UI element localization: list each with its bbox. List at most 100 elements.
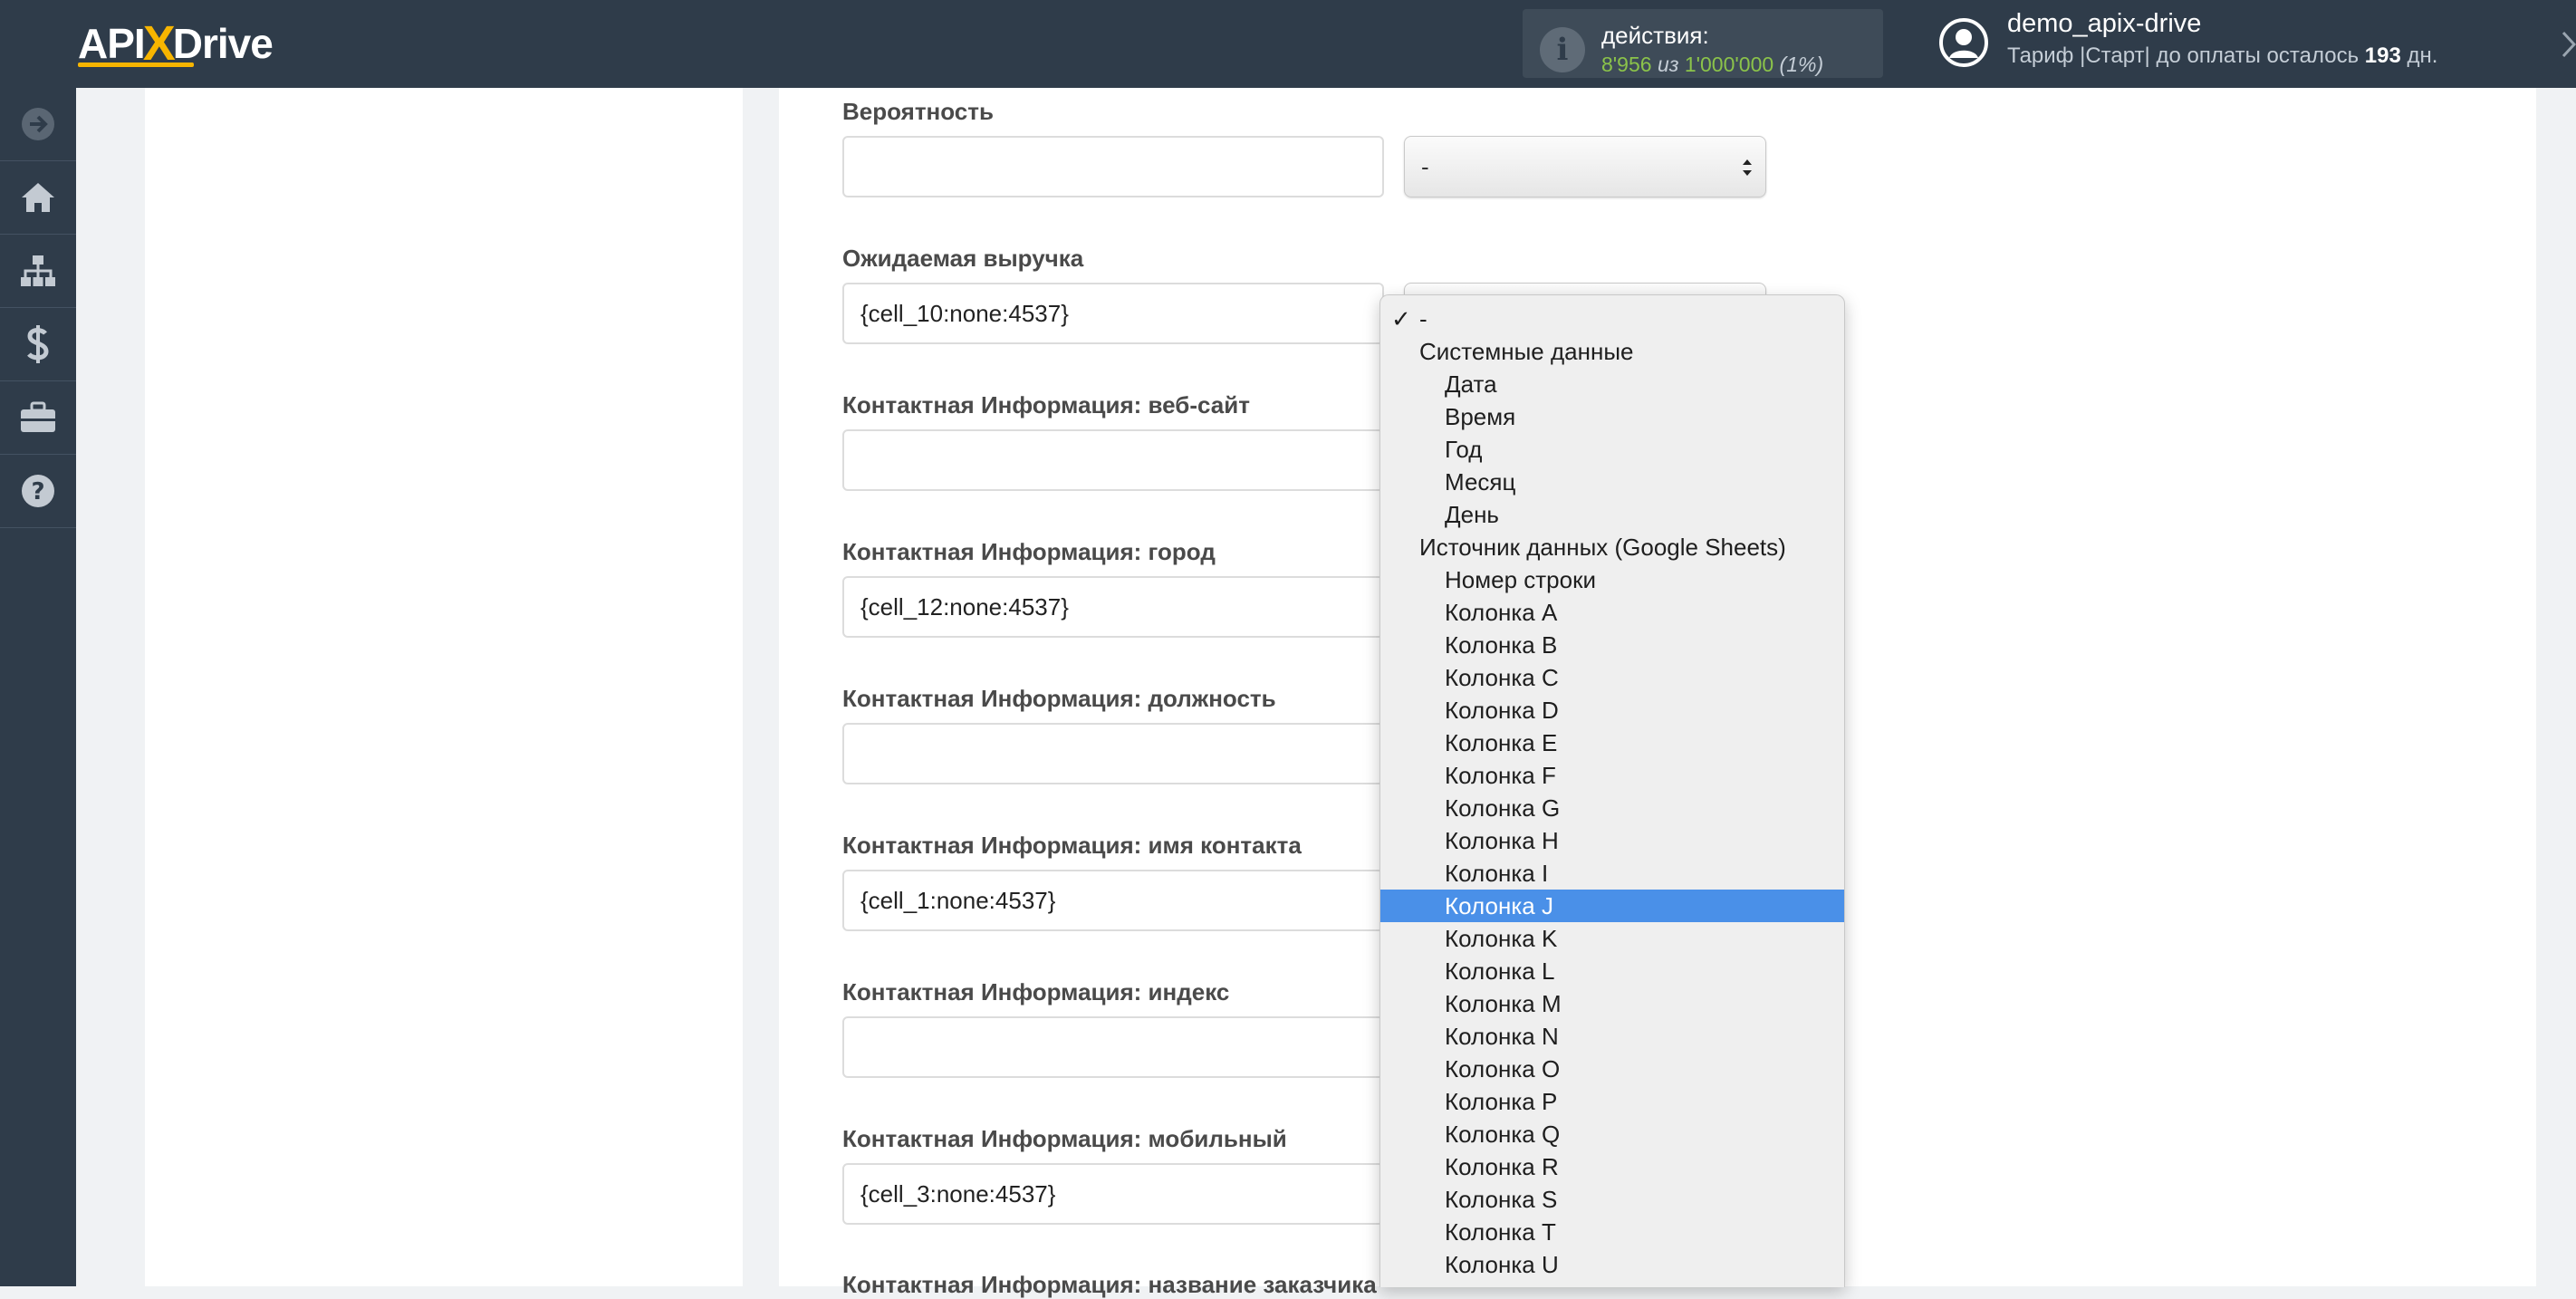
dropdown-option[interactable]: Колонка O — [1380, 1053, 1844, 1085]
sidebar-item-home[interactable] — [0, 161, 76, 235]
actions-label: действия: — [1601, 22, 1709, 49]
plan-days-unit: дн. — [2407, 43, 2438, 68]
position-input[interactable] — [842, 723, 1384, 784]
dropdown-option[interactable]: Колонка S — [1380, 1183, 1844, 1216]
probability-select[interactable]: - — [1404, 136, 1766, 197]
dropdown-option-label: Колонка I — [1445, 860, 1549, 887]
dollar-icon — [27, 325, 49, 363]
dropdown-option[interactable]: Колонка I — [1380, 857, 1844, 890]
dropdown-option[interactable]: Колонка G — [1380, 792, 1844, 824]
field-label-position: Контактная Информация: должность — [842, 685, 1276, 712]
dropdown-option-label: Колонка E — [1445, 729, 1558, 756]
dropdown-option[interactable]: Колонка H — [1380, 824, 1844, 857]
chevron-right-icon[interactable] — [2562, 31, 2576, 58]
dropdown-option[interactable]: Колонка U — [1380, 1248, 1844, 1281]
svg-text:?: ? — [31, 478, 44, 505]
left-panel — [145, 88, 743, 1286]
dropdown-option[interactable]: Колонка M — [1380, 987, 1844, 1020]
dropdown-option-label: Системные данные — [1419, 338, 1634, 365]
dropdown-option-label: Колонка S — [1445, 1186, 1558, 1213]
column-dropdown-list[interactable]: ✓ - Системные данные Дата Время Год Месяц День И… — [1379, 294, 1845, 1287]
field-label-customer-name: Контактная Информация: название заказчик… — [842, 1271, 1377, 1298]
dropdown-option[interactable]: Колонка J — [1380, 890, 1844, 922]
dropdown-option[interactable]: Колонка R — [1380, 1150, 1844, 1183]
dropdown-option-label: Номер строки — [1445, 566, 1596, 593]
field-label-contact-name: Контактная Информация: имя контакта — [842, 832, 1302, 859]
dropdown-option-label: Источник данных (Google Sheets) — [1419, 534, 1786, 561]
dropdown-option-label: Колонка J — [1445, 892, 1553, 919]
field-label-mobile: Контактная Информация: мобильный — [842, 1125, 1287, 1152]
dropdown-option[interactable]: Колонка Q — [1380, 1118, 1844, 1150]
dropdown-option-label: Колонка A — [1445, 599, 1558, 626]
zip-input[interactable] — [842, 1016, 1384, 1078]
dropdown-option[interactable]: Дата — [1380, 368, 1844, 400]
sidebar-item-help[interactable]: ? — [0, 455, 76, 528]
top-bar: API X Drive i действия: 8'956 из 1'000'000… — [0, 0, 2576, 88]
logo-prefix: API — [78, 20, 146, 67]
dropdown-option-label: Колонка L — [1445, 957, 1555, 985]
dropdown-option[interactable]: День — [1380, 498, 1844, 531]
actions-counter: i действия: 8'956 из 1'000'000 (1%) — [1523, 9, 1883, 78]
user-plan: Тариф |Старт| до оплаты осталось 193 дн. — [2007, 43, 2437, 69]
contact-name-input[interactable]: {cell_1:none:4537} — [842, 870, 1384, 931]
plan-days: 193 — [2364, 43, 2401, 68]
expected-revenue-input[interactable]: {cell_10:none:4537} — [842, 283, 1384, 344]
probability-input[interactable] — [842, 136, 1384, 197]
dropdown-option[interactable]: Колонка P — [1380, 1085, 1844, 1118]
sidebar-item-services[interactable] — [0, 381, 76, 455]
dropdown-option[interactable]: ✓ - — [1380, 303, 1844, 335]
city-input[interactable]: {cell_12:none:4537} — [842, 576, 1384, 638]
dropdown-option-label: Колонка M — [1445, 990, 1562, 1017]
field-label-zip: Контактная Информация: индекс — [842, 978, 1230, 1006]
dropdown-option-label: Колонка Q — [1445, 1121, 1561, 1148]
probability-select-value: - — [1421, 153, 1429, 180]
user-avatar-icon[interactable] — [1938, 17, 1989, 68]
sidebar-item-collapse[interactable] — [0, 88, 76, 161]
dropdown-option-label: Колонка D — [1445, 697, 1559, 724]
info-icon: i — [1540, 27, 1585, 72]
dropdown-option-label: Месяц — [1445, 468, 1516, 496]
dropdown-option[interactable]: Месяц — [1380, 466, 1844, 498]
dropdown-option[interactable]: Колонка C — [1380, 661, 1844, 694]
dropdown-option-label: Колонка T — [1445, 1218, 1556, 1246]
question-circle-icon: ? — [22, 475, 54, 507]
dropdown-option-label: Время — [1445, 403, 1516, 430]
dropdown-option[interactable]: Колонка T — [1380, 1216, 1844, 1248]
sidebar-item-connections[interactable] — [0, 235, 76, 308]
website-input[interactable] — [842, 429, 1384, 491]
dropdown-option-label: Колонка P — [1445, 1088, 1558, 1115]
dropdown-option[interactable]: Время — [1380, 400, 1844, 433]
dropdown-option-label: Колонка C — [1445, 664, 1559, 691]
dropdown-option[interactable]: Год — [1380, 433, 1844, 466]
mobile-input[interactable]: {cell_3:none:4537} — [842, 1163, 1384, 1225]
dropdown-option[interactable]: Колонка K — [1380, 922, 1844, 955]
dropdown-option[interactable]: Номер строки — [1380, 563, 1844, 596]
dropdown-option[interactable]: Колонка L — [1380, 955, 1844, 987]
field-label-expected-revenue: Ожидаемая выручка — [842, 245, 1084, 272]
logo-underline — [78, 63, 194, 67]
dropdown-option-label: Дата — [1445, 370, 1497, 398]
checkmark-icon: ✓ — [1391, 305, 1411, 332]
dropdown-option-label: Колонка K — [1445, 925, 1558, 952]
dropdown-option[interactable]: Колонка N — [1380, 1020, 1844, 1053]
arrow-circle-right-icon — [22, 108, 54, 140]
dropdown-option-label: День — [1445, 501, 1499, 528]
dropdown-option[interactable]: Колонка A — [1380, 596, 1844, 629]
dropdown-option-label: Год — [1445, 436, 1483, 463]
apix-drive-logo[interactable]: API X Drive — [78, 16, 274, 71]
dropdown-option[interactable]: Колонка D — [1380, 694, 1844, 726]
briefcase-icon — [21, 401, 55, 432]
sidebar-item-billing[interactable] — [0, 308, 76, 381]
sidebar: ? — [0, 88, 76, 1286]
actions-separator: из — [1657, 53, 1679, 76]
dropdown-option[interactable]: Колонка B — [1380, 629, 1844, 661]
dropdown-group-label: Источник данных (Google Sheets) — [1380, 531, 1844, 563]
dropdown-option[interactable]: Колонка E — [1380, 726, 1844, 759]
dropdown-option-label: Колонка F — [1445, 762, 1556, 789]
dropdown-option[interactable]: Колонка F — [1380, 759, 1844, 792]
home-icon — [22, 183, 54, 212]
field-label-probability: Вероятность — [842, 98, 994, 125]
dropdown-option-label: Колонка N — [1445, 1023, 1559, 1050]
select-arrows-icon — [1743, 159, 1752, 176]
user-name[interactable]: demo_apix-drive — [2007, 9, 2201, 39]
